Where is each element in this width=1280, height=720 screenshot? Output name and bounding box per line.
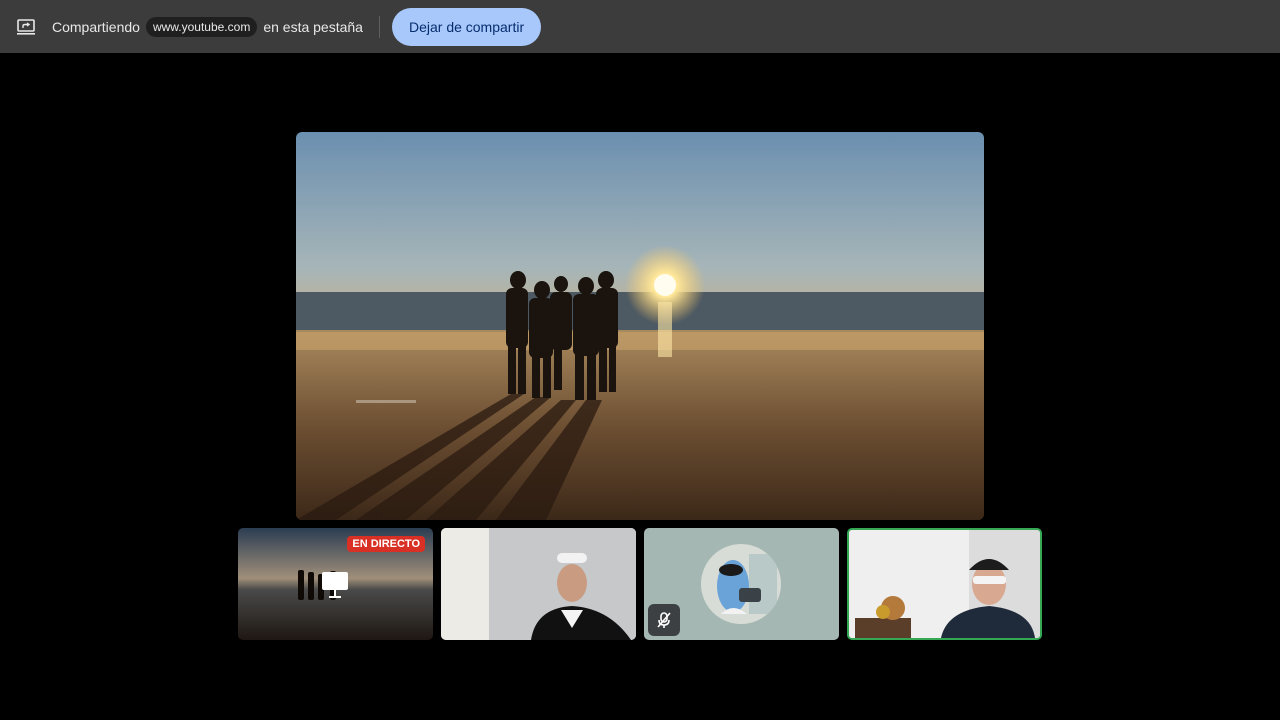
sharing-suffix-label: en esta pestaña [263, 18, 363, 35]
participant-tile-speaking[interactable] [847, 528, 1042, 640]
camera-feed [441, 528, 636, 640]
shared-url-chip: www.youtube.com [145, 16, 258, 37]
screen-share-bar: Compartiendo www.youtube.com en esta pes… [0, 0, 1280, 53]
stop-sharing-button[interactable]: Dejar de compartir [391, 7, 542, 46]
participant-tile-presenting[interactable]: EN DIRECTO [238, 528, 433, 640]
camera-feed [849, 530, 1040, 638]
sharing-label: Compartiendo [52, 18, 140, 35]
live-badge: EN DIRECTO [347, 536, 425, 552]
main-video-stage [296, 132, 984, 520]
mic-off-icon [648, 604, 680, 636]
participant-tile-camera[interactable] [441, 528, 636, 640]
presentation-icon [321, 571, 349, 601]
avatar [701, 544, 781, 624]
screen-share-icon [16, 17, 36, 37]
divider [378, 15, 380, 38]
participant-tile-avatar[interactable] [644, 528, 839, 640]
beach-sunset-video [296, 132, 984, 520]
